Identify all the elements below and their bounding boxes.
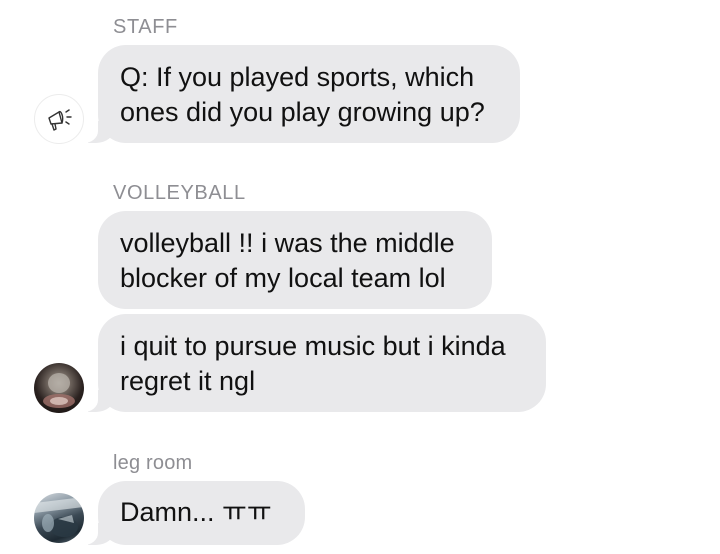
megaphone-icon: [48, 109, 72, 131]
message-bubble[interactable]: volleyball !! i was the middle blocker o…: [98, 211, 492, 309]
sender-name: VOLLEYBALL: [113, 182, 246, 204]
sender-name: leg room: [113, 452, 193, 474]
message-text: Q: If you played sports, which ones did …: [120, 62, 485, 127]
message-text: Damn... ㅠㅠ: [120, 497, 272, 527]
volleyball-avatar[interactable]: [34, 363, 84, 413]
message-bubble[interactable]: Damn... ㅠㅠ: [74, 481, 305, 545]
profile-photo: [34, 497, 84, 537]
staff-avatar[interactable]: [34, 94, 84, 144]
leg-room-avatar[interactable]: [34, 493, 84, 543]
chat-thread: STAFF Q: If you played sports, which one…: [0, 0, 720, 554]
message-text: volleyball !! i was the middle blocker o…: [120, 228, 455, 293]
profile-photo: [43, 373, 75, 408]
message-bubble[interactable]: Q: If you played sports, which ones did …: [74, 45, 520, 143]
message-text: i quit to pursue music but i kinda regre…: [120, 331, 506, 396]
message-bubble[interactable]: i quit to pursue music but i kinda regre…: [74, 314, 546, 412]
sender-name: STAFF: [113, 16, 178, 38]
